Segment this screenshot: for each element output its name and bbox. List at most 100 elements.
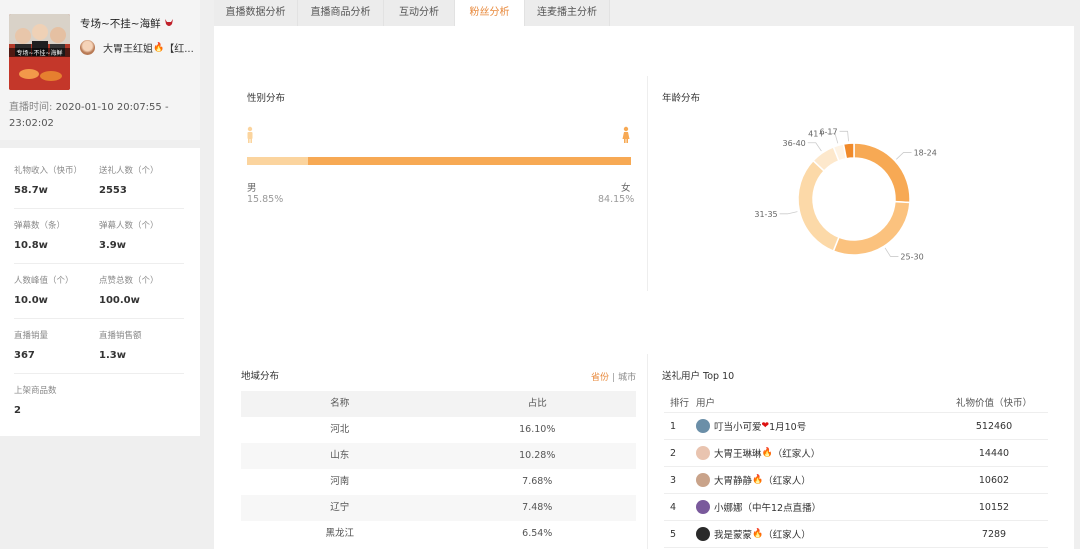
- male-label: 男: [247, 183, 257, 194]
- table-row[interactable]: 5 我是蒙蒙 🔥 （红家人） 7289: [664, 521, 1048, 548]
- user-name: 小娜娜（中午12点直播）: [714, 503, 822, 514]
- divider: [647, 76, 648, 291]
- age-label-25-30: 25-30: [900, 252, 923, 261]
- table-row[interactable]: 4 小娜娜（中午12点直播） 10152: [664, 494, 1048, 521]
- stat-label: 礼物收入（快币）: [14, 166, 83, 176]
- user-cell: 叮当小可爱 ❤ 1月10号: [696, 419, 940, 433]
- age-label-36-40: 36-40: [783, 139, 806, 148]
- region-name: 山东: [330, 450, 350, 461]
- user-name: 大胃静静: [714, 476, 753, 487]
- stat-likes: 点赞总数（个） 100.0w: [99, 274, 159, 306]
- user-suffix: （红家人）: [763, 476, 811, 487]
- stat-gift-users: 送礼人数（个） 2553: [99, 164, 159, 196]
- stat-label: 上架商品数: [14, 386, 57, 396]
- user-suffix: （红家人）: [763, 530, 811, 541]
- rank: 2: [670, 447, 677, 459]
- stat-peak-viewers: 人数峰值（个） 10.0w: [14, 274, 74, 306]
- header-user: 用户: [696, 397, 716, 409]
- stream-thumbnail[interactable]: 专场~不挂~海鲜: [9, 14, 70, 90]
- age-donut-chart: 18-2425-3031-3536-4041+6-17: [754, 127, 937, 261]
- region-ratio: 7.48%: [522, 502, 553, 513]
- stream-card: 专场~不挂~海鲜 专场~不挂~海鲜 大胃王红姐 🔥 【红... 直播时间: 20…: [0, 0, 200, 140]
- tab-live-products[interactable]: 直播商品分析: [298, 0, 384, 26]
- male-percent: 15.85%: [247, 194, 284, 205]
- stat-value: 367: [14, 350, 35, 361]
- age-label-18-24: 18-24: [914, 148, 937, 157]
- stat-value: 3.9w: [99, 240, 126, 251]
- region-ratio: 16.10%: [519, 424, 556, 435]
- toggle-city[interactable]: 城市: [618, 373, 636, 383]
- avatar: [696, 473, 710, 487]
- user-cell: 小娜娜（中午12点直播）: [696, 500, 940, 514]
- avatar: [696, 527, 710, 541]
- avatar: [696, 446, 710, 460]
- tab-co-host[interactable]: 连麦播主分析: [525, 0, 610, 26]
- tab-fans[interactable]: 粉丝分析: [455, 0, 525, 26]
- stat-label: 点赞总数（个）: [99, 276, 159, 286]
- age-label-leader-line: [839, 130, 849, 142]
- table-row: 河北 16.10%: [241, 417, 636, 443]
- stream-title: 专场~不挂~海鲜: [80, 16, 174, 31]
- toggle-province[interactable]: 省份: [591, 373, 609, 383]
- table-row: 山东 10.28%: [241, 443, 636, 469]
- header-gift-value: 礼物价值（快币）: [955, 397, 1032, 409]
- female-label: 女: [621, 183, 631, 194]
- stat-value: 2: [14, 405, 21, 416]
- age-label-31-35: 31-35: [754, 210, 777, 219]
- thumbnail-caption: 专场~不挂~海鲜: [16, 49, 62, 57]
- tab-live-data[interactable]: 直播数据分析: [214, 0, 298, 26]
- gift-value: 14440: [978, 447, 1010, 459]
- region-title: 地域分布: [241, 371, 280, 382]
- region-name: 辽宁: [330, 502, 350, 513]
- gender-title: 性别分布: [247, 93, 286, 104]
- avatar: [696, 419, 710, 433]
- stat-sales-volume: 直播销量 367: [14, 329, 48, 361]
- devil-icon: [164, 19, 173, 26]
- table-row[interactable]: 3 大胃静静 🔥 （红家人） 10602: [664, 467, 1048, 494]
- stat-label: 直播销售额: [99, 331, 142, 341]
- age-label-6-17: 6-17: [819, 127, 837, 136]
- age-label-leader-line: [884, 247, 899, 257]
- table-row[interactable]: 2 大胃王琳琳 🔥 （红家人） 14440: [664, 440, 1048, 467]
- region-table: 名称 占比 河北 16.10% 山东 10.28% 河南 7.68% 辽宁 7.…: [241, 391, 636, 547]
- flame-icon: 🔥: [153, 42, 165, 53]
- gift-value: 10152: [978, 501, 1010, 513]
- stat-value: 2553: [99, 185, 127, 196]
- time-label: 直播时间:: [9, 102, 53, 113]
- age-label-leader-line: [807, 142, 822, 152]
- stat-label: 送礼人数（个）: [99, 166, 159, 176]
- flame-icon: 🔥: [752, 529, 764, 539]
- age-slice-31-35[interactable]: [797, 159, 840, 253]
- age-label-leader-line: [779, 211, 798, 215]
- table-row[interactable]: 1 叮当小可爱 ❤ 1月10号 512460: [664, 413, 1048, 440]
- fans-analysis-content: 性别分布 男 15.85% 女 84.15% 年龄分布 18-24 25-30 31…: [214, 26, 1074, 549]
- male-icon: [247, 126, 253, 143]
- region-name: 河南: [330, 476, 350, 487]
- avatar: [696, 500, 710, 514]
- table-header: 排行 用户 礼物价值（快币）: [664, 391, 1048, 413]
- user-suffix: （红家人）: [772, 449, 821, 460]
- stream-info-panel: 专场~不挂~海鲜 专场~不挂~海鲜 大胃王红姐 🔥 【红... 直播时间: 20…: [0, 0, 200, 549]
- age-slice-25-30[interactable]: [832, 200, 911, 256]
- age-slice-18-24[interactable]: [853, 142, 911, 204]
- gender-ratio-bar: [247, 157, 631, 165]
- user-name: 大胃王琳琳: [714, 449, 762, 460]
- stats-row: 弹幕数（条） 10.8w 弹幕人数（个） 3.9w: [14, 219, 184, 264]
- host-row[interactable]: 大胃王红姐 🔥 【红...: [80, 40, 194, 55]
- stat-gift-income: 礼物收入（快币） 58.7w: [14, 164, 82, 196]
- region-ratio: 6.54%: [522, 528, 553, 539]
- host-name: 大胃王红姐: [103, 44, 153, 55]
- table-row: 河南 7.68%: [241, 469, 636, 495]
- tab-interaction[interactable]: 互动分析: [384, 0, 455, 26]
- region-name: 河北: [330, 424, 350, 435]
- stats-row: 上架商品数 2: [14, 384, 184, 424]
- rank: 1: [670, 420, 677, 432]
- stats-row: 礼物收入（快币） 58.7w 送礼人数（个） 2553: [14, 164, 184, 209]
- table-row: 辽宁 7.48%: [241, 495, 636, 521]
- table-row: 黑龙江 6.54%: [241, 521, 636, 547]
- stats-panel: 礼物收入（快币） 58.7w 送礼人数（个） 2553 弹幕数（条） 10.8w…: [0, 148, 200, 436]
- stat-label: 直播销量: [14, 331, 49, 341]
- stream-title-text: 专场~不挂~海鲜: [80, 18, 161, 30]
- user-cell: 大胃静静 🔥 （红家人）: [696, 473, 940, 487]
- stat-label: 人数峰值（个）: [14, 276, 74, 286]
